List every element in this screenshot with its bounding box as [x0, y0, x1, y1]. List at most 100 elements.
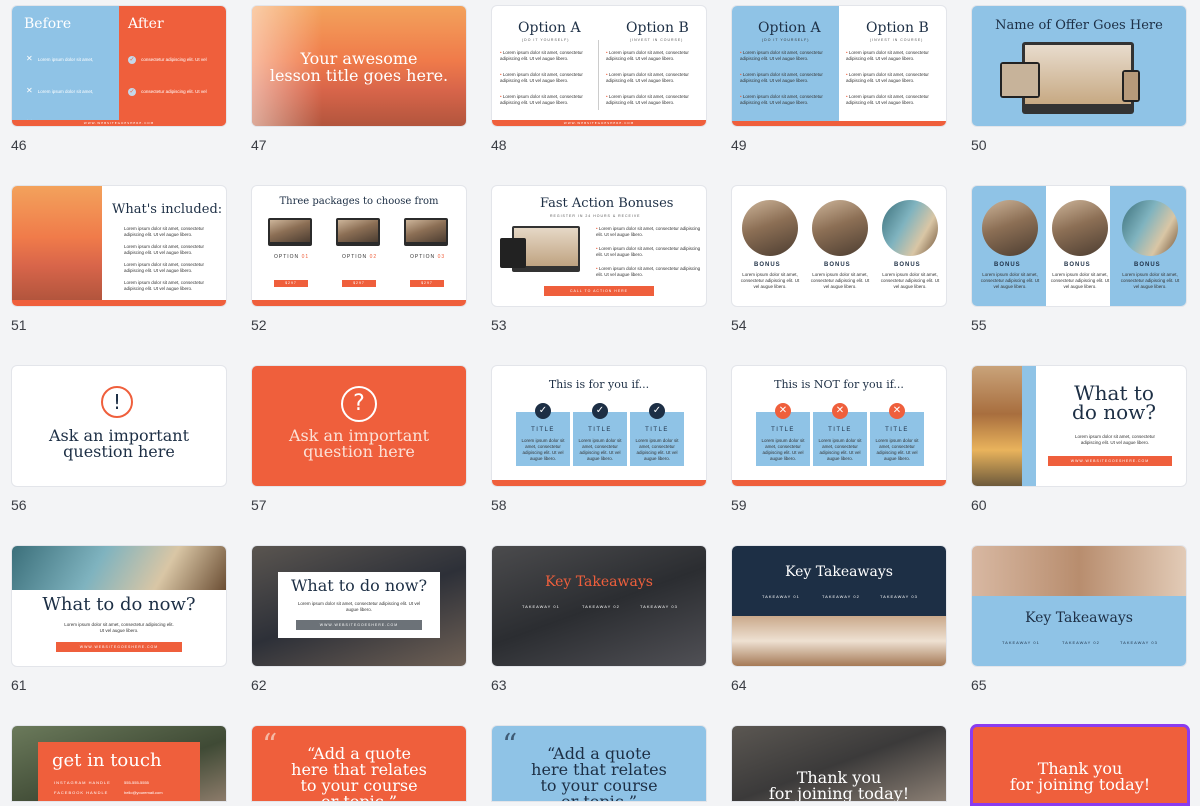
included-item: Lorem ipsum dolor sit amet, consectetur … [124, 244, 205, 255]
tablet-mockup [500, 238, 526, 268]
slide-thumbnail[interactable]: Before After ✕ Lorem ipsum dolor sit ame… [11, 5, 227, 127]
instagram-handle: INSTAGRAM HANDLE [54, 780, 111, 785]
footer-bar [492, 480, 706, 486]
woman-photo [812, 200, 868, 256]
option-b-item: Lorem ipsum dolor sit amet, consectetur … [846, 50, 929, 61]
beach-photo [12, 186, 102, 300]
tile-title: TITLE [828, 427, 852, 433]
bonus-desc: Lorem ipsum dolor sit amet, consectetur … [880, 272, 940, 289]
check-icon: ✓ [649, 403, 665, 419]
slide-number: 59 [731, 497, 747, 513]
slide-thumbnail[interactable]: What's included: Lorem ipsum dolor sit a… [11, 185, 227, 307]
footer-bar [732, 480, 946, 486]
slide-thumbnail[interactable]: Thank you for joining today! [731, 725, 947, 802]
option-number: 02 [369, 254, 378, 260]
bonus-desc: Lorem ipsum dolor sit amet, consectetur … [810, 272, 870, 289]
takeaway-label: TAKEAWAY 01 [762, 594, 800, 599]
option-a-item: Lorem ipsum dolor sit amet, consectetur … [500, 94, 583, 105]
slide-number: 49 [731, 137, 747, 153]
check-icon: ✓ [535, 403, 551, 419]
takeaways-title: Key Takeaways [1025, 610, 1133, 626]
tile-title: TITLE [885, 427, 909, 433]
slide-thumbnail[interactable]: BONUS BONUS BONUS Lorem ipsum dolor sit … [971, 185, 1187, 307]
slide-thumbnail-selected[interactable]: Thank you for joining today! [970, 724, 1190, 806]
takeaways-title: Key Takeaways [545, 574, 653, 590]
slide-thumbnail[interactable]: Option A (DO IT YOURSELF) Option B (INVE… [731, 5, 947, 127]
tile-desc: Lorem ipsum dolor sit amet, consectetur … [875, 438, 919, 461]
bonus-item: Lorem ipsum dolor sit amet, consectetur … [596, 226, 701, 237]
quote-line: or topic.” [320, 792, 397, 802]
option-label: OPTION [342, 254, 368, 260]
slide-thumbnail[interactable]: This is for you if... ✓ ✓ ✓ TITLE TITLE … [491, 365, 707, 487]
slide-thumbnail[interactable]: ! Ask an important question here [11, 365, 227, 487]
slide-thumbnail[interactable]: ? Ask an important question here [251, 365, 467, 487]
option-a-item: Lorem ipsum dolor sit amet, consectetur … [740, 50, 823, 61]
coffee-photo [882, 200, 938, 256]
option-label: OPTION [274, 254, 300, 260]
slide-thumbnail[interactable]: Key Takeaways TAKEAWAY 01 TAKEAWAY 02 TA… [491, 545, 707, 667]
bonus-label: BONUS [824, 262, 851, 268]
website-footer: WWW.WEBSITEGOESHERE.COM [12, 120, 226, 126]
slide-number: 50 [971, 137, 987, 153]
picnic-photo [972, 546, 1186, 596]
slide-number: 56 [11, 497, 27, 513]
option-b-heading: Option B [626, 20, 689, 36]
option-a-sub: (DO IT YOURSELF) [522, 38, 570, 42]
slide-thumbnail[interactable]: What to do now? Lorem ipsum dolor sit am… [971, 365, 1187, 487]
takeaway-label: TAKEAWAY 03 [640, 604, 678, 609]
not-for-you-title: This is NOT for you if... [774, 378, 904, 391]
woman-photo [982, 200, 1038, 256]
slide-thumbnail[interactable]: BONUS BONUS BONUS Lorem ipsum dolor sit … [731, 185, 947, 307]
slide-thumbnail[interactable]: “ “Add a quote here that relates to your… [251, 725, 467, 802]
slide-thumbnail[interactable]: Your awesome lesson title goes here. [251, 5, 467, 127]
slide-thumbnail[interactable]: get in touch INSTAGRAM HANDLE FACEBOOK H… [11, 725, 227, 802]
option-number: 01 [301, 254, 310, 260]
slide-thumbnail[interactable]: Key Takeaways TAKEAWAY 01 TAKEAWAY 02 TA… [971, 545, 1187, 667]
slide-number: 60 [971, 497, 987, 513]
bonus-desc: Lorem ipsum dolor sit amet, consectetur … [1050, 272, 1110, 289]
slide-thumbnail[interactable]: “ “Add a quote here that relates to your… [491, 725, 707, 802]
slide-thumbnail[interactable]: What to do now? Lorem ipsum dolor sit am… [251, 545, 467, 667]
bonus-item: Lorem ipsum dolor sit amet, consectetur … [596, 266, 701, 277]
takeaway-label: TAKEAWAY 02 [1062, 640, 1100, 645]
bonus-label: BONUS [1064, 262, 1091, 268]
slide-thumbnail[interactable]: Key Takeaways TAKEAWAY 01 TAKEAWAY 02 TA… [731, 545, 947, 667]
takeaways-title: Key Takeaways [785, 564, 893, 580]
after-heading: After [128, 16, 164, 32]
slide-thumbnail[interactable]: Name of Offer Goes Here [971, 5, 1187, 127]
takeaway-label: TAKEAWAY 01 [1002, 640, 1040, 645]
quote-line: or topic.” [560, 792, 637, 802]
takeaway-label: TAKEAWAY 03 [880, 594, 918, 599]
tile-desc: Lorem ipsum dolor sit amet, consectetur … [635, 438, 679, 461]
footer-bar [252, 300, 466, 306]
tablet-mockup [1000, 62, 1040, 98]
option-number: 03 [437, 254, 446, 260]
thank-you-line: for joining today! [1009, 775, 1151, 794]
option-b-item: Lorem ipsum dolor sit amet, consectetur … [846, 72, 929, 83]
tile-desc: Lorem ipsum dolor sit amet, consectetur … [761, 438, 805, 461]
before-heading: Before [24, 16, 72, 32]
book-photo [732, 616, 946, 666]
slide-thumbnail[interactable]: This is NOT for you if... ✕ ✕ ✕ TITLE TI… [731, 365, 947, 487]
slide-grid: Before After ✕ Lorem ipsum dolor sit ame… [0, 0, 1200, 806]
slide-thumbnail[interactable]: Fast Action Bonuses REGISTER IN 24 HOURS… [491, 185, 707, 307]
bonuses-subtitle: REGISTER IN 24 HOURS & RECEIVE [550, 214, 641, 218]
website-button: WWW.WEBSITEGOESHERE.COM [56, 642, 182, 652]
option-b-sub: (INVEST IN COURSE) [630, 38, 684, 42]
slide-number: 47 [251, 137, 267, 153]
takeaway-label: TAKEAWAY 02 [822, 594, 860, 599]
facebook-handle: FACEBOOK HANDLE [54, 790, 109, 795]
x-icon: ✕ [832, 403, 848, 419]
before-item: Lorem ipsum dolor sit amet, [37, 57, 94, 62]
question-mark-icon: ? [341, 386, 377, 422]
x-icon: ✕ [889, 403, 905, 419]
slide-thumbnail[interactable]: Three packages to choose from OPTION 01 … [251, 185, 467, 307]
what-now-title: What to do now? [290, 576, 428, 595]
offer-title: Name of Offer Goes Here [995, 18, 1163, 33]
what-now-desc: Lorem ipsum dolor sit amet, consectetur … [297, 601, 421, 612]
slide-thumbnail[interactable]: Option A (DO IT YOURSELF) Option B (INVE… [491, 5, 707, 127]
slide-number: 62 [251, 677, 267, 693]
check-icon: ✓ [128, 56, 136, 64]
slide-number: 57 [251, 497, 267, 513]
slide-thumbnail[interactable]: What to do now? Lorem ipsum dolor sit am… [11, 545, 227, 667]
